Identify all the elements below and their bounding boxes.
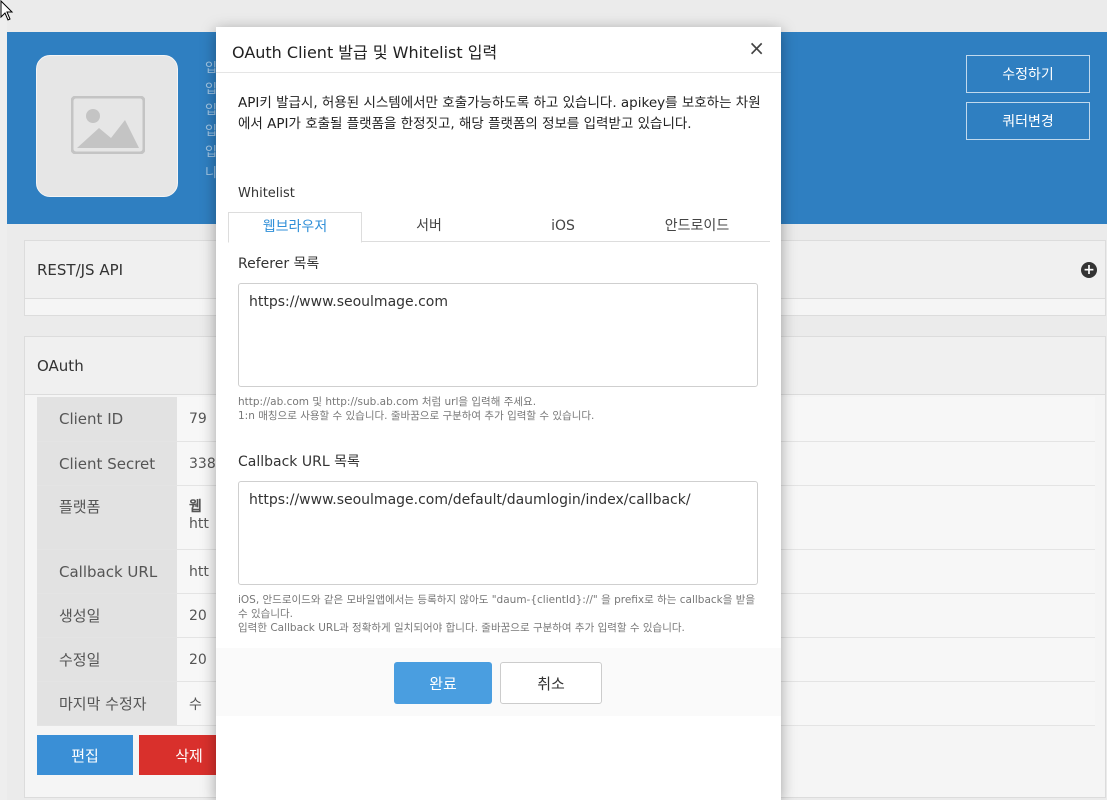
tab-server[interactable]: 서버 xyxy=(362,212,496,241)
app-thumbnail xyxy=(36,55,178,197)
edit-button[interactable]: 편집 xyxy=(37,735,133,775)
edit-app-button[interactable]: 수정하기 xyxy=(966,55,1090,93)
tab-web-browser[interactable]: 웹브라우저 xyxy=(228,212,362,243)
callback-help: iOS, 안드로이드와 같은 모바일앱에서는 등록하지 않아도 "daum-{c… xyxy=(238,593,758,635)
tab-ios[interactable]: iOS xyxy=(496,212,630,241)
referer-help-line: http://ab.com 및 http://sub.ab.com 처럼 url… xyxy=(238,396,537,408)
row-label: 플랫폼 xyxy=(37,486,177,549)
whitelist-label: Whitelist xyxy=(238,186,295,201)
callback-title: Callback URL 목록 xyxy=(238,454,360,470)
callback-section: Callback URL 목록 https://www.seoulmage.co… xyxy=(238,451,758,635)
change-quota-button[interactable]: 쿼터변경 xyxy=(966,102,1090,140)
row-label: Callback URL xyxy=(37,550,177,593)
row-label: 수정일 xyxy=(37,638,177,681)
close-icon[interactable]: × xyxy=(748,36,765,60)
row-label: Client ID xyxy=(37,397,177,441)
referer-title: Referer 목록 xyxy=(238,256,320,272)
modal-footer: 완료 취소 xyxy=(216,648,781,716)
row-label: 마지막 수정자 xyxy=(37,682,177,725)
referer-textarea[interactable]: https://www.seoulmage.com xyxy=(238,283,758,387)
row-label: 생성일 xyxy=(37,594,177,637)
expand-plus-icon[interactable]: + xyxy=(1081,262,1097,278)
callback-help-line: iOS, 안드로이드와 같은 모바일앱에서는 등록하지 않아도 "daum-{c… xyxy=(238,594,756,620)
callback-textarea[interactable]: https://www.seoulmage.com/default/daumlo… xyxy=(238,481,758,585)
referer-help-line: 1:n 매칭으로 사용할 수 있습니다. 줄바꿈으로 구분하여 추가 입력할 수… xyxy=(238,410,595,422)
image-placeholder-icon xyxy=(71,96,145,154)
tab-android[interactable]: 안드로이드 xyxy=(630,212,764,241)
referer-section: Referer 목록 https://www.seoulmage.com htt… xyxy=(238,253,758,423)
platform-tabs: 웹브라우저 서버 iOS 안드로이드 xyxy=(228,212,770,243)
modal-description: API키 발급시, 허용된 시스템에서만 호출가능하도록 하고 있습니다. ap… xyxy=(238,95,761,132)
oauth-client-modal: OAuth Client 발급 및 Whitelist 입력 × API키 발급… xyxy=(216,27,781,800)
cancel-button[interactable]: 취소 xyxy=(500,662,602,704)
modal-title: OAuth Client 발급 및 Whitelist 입력 xyxy=(232,43,498,62)
callback-help-line: 입력한 Callback URL과 정확하게 일치되어야 합니다. 줄바꿈으로 … xyxy=(238,622,685,634)
mouse-cursor-icon xyxy=(0,0,14,21)
modal-header: OAuth Client 발급 및 Whitelist 입력 × xyxy=(216,27,781,73)
confirm-button[interactable]: 완료 xyxy=(394,662,492,704)
referer-help: http://ab.com 및 http://sub.ab.com 처럼 url… xyxy=(238,395,758,423)
row-label: Client Secret xyxy=(37,442,177,485)
